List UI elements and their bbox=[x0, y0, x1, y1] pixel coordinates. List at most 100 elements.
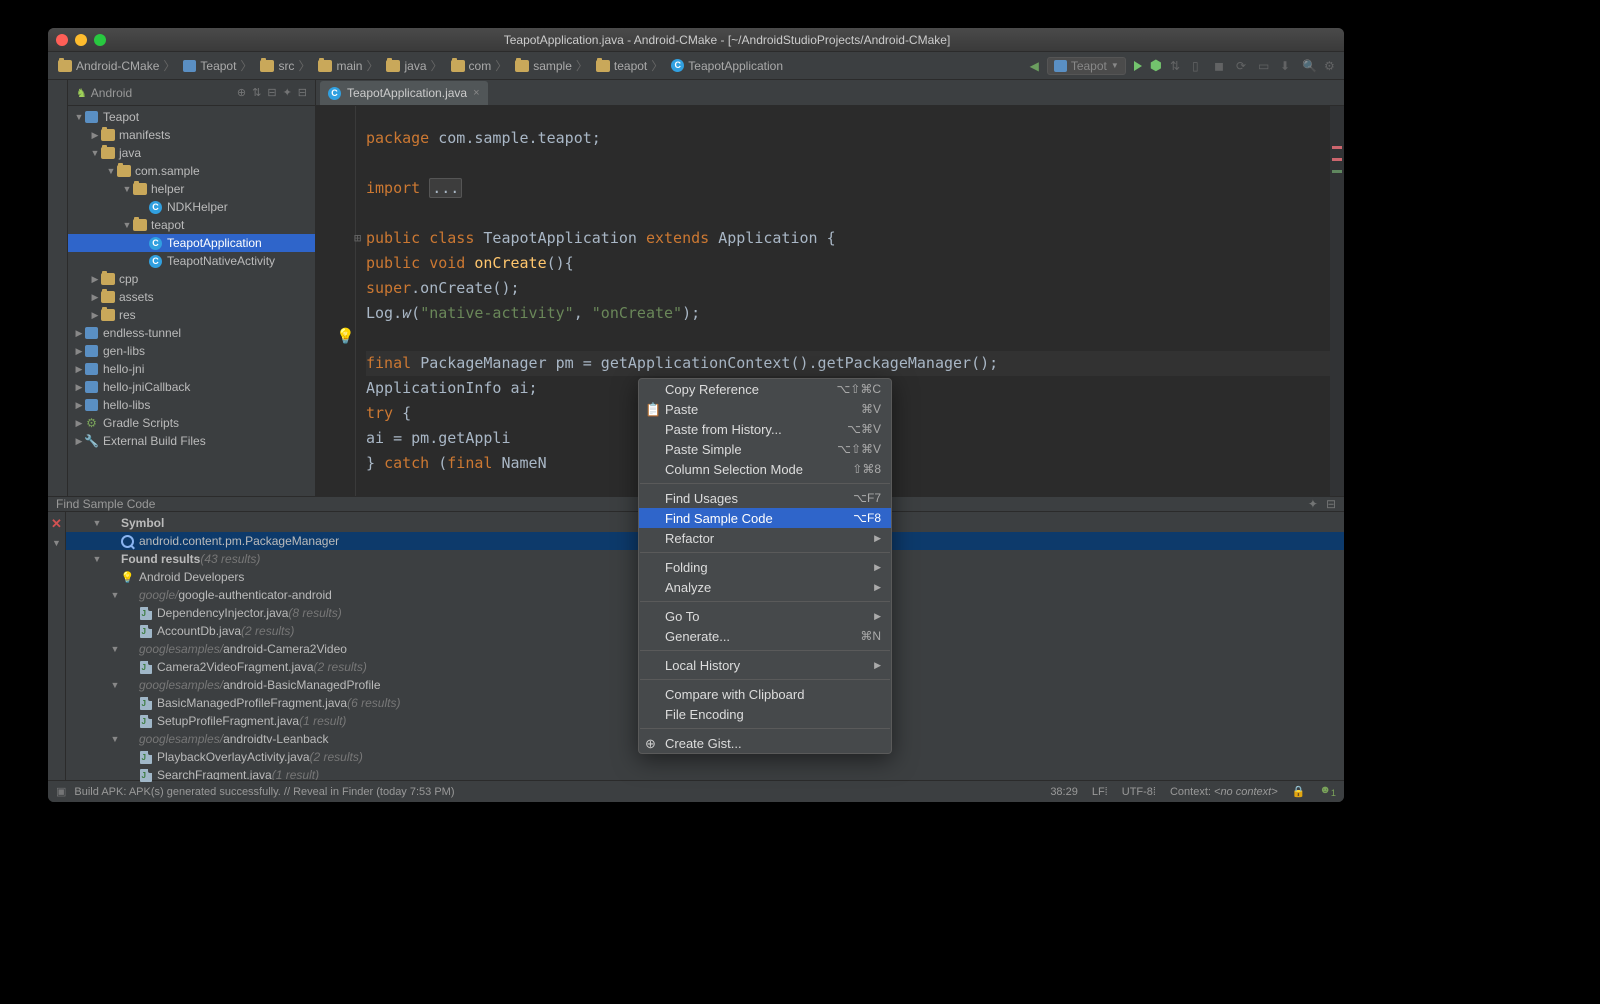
line-separator[interactable]: LF⁞ bbox=[1092, 786, 1108, 798]
project-view-header: ♞ Android ⊕ ⇅ ⊟ ✦ ⊟ bbox=[68, 80, 315, 106]
project-tree-item[interactable]: hello-jni bbox=[68, 360, 315, 378]
minimize-window-button[interactable] bbox=[75, 34, 87, 46]
profile-icon[interactable]: ⇅ bbox=[1170, 59, 1184, 73]
caret-position[interactable]: 38:29 bbox=[1050, 786, 1078, 798]
collapse-icon[interactable]: ▼ bbox=[52, 538, 61, 548]
viewer-options-icon[interactable]: ⇅ bbox=[252, 86, 261, 99]
context-menu-item[interactable]: Generate...⌘N bbox=[639, 626, 891, 646]
project-tree-item[interactable]: assets bbox=[68, 288, 315, 306]
project-tree-item[interactable]: hello-libs bbox=[68, 396, 315, 414]
folder-icon bbox=[100, 291, 115, 303]
breadcrumb[interactable]: Teapot〉 bbox=[179, 57, 256, 74]
breadcrumb[interactable]: src〉 bbox=[256, 57, 314, 74]
project-tree-item[interactable]: res bbox=[68, 306, 315, 324]
context-menu-item[interactable]: Analyze▶ bbox=[639, 577, 891, 597]
project-tree[interactable]: Teapotmanifestsjavacom.samplehelperCNDKH… bbox=[68, 106, 315, 496]
project-tree-item[interactable]: 🔧External Build Files bbox=[68, 432, 315, 450]
context-menu-item[interactable]: File Encoding bbox=[639, 704, 891, 724]
breadcrumb[interactable]: java〉 bbox=[382, 57, 446, 74]
breadcrumb[interactable]: main〉 bbox=[314, 57, 382, 74]
module-icon bbox=[84, 381, 99, 393]
context-menu-item[interactable]: Paste Simple⌥⇧⌘V bbox=[639, 439, 891, 459]
close-window-button[interactable] bbox=[56, 34, 68, 46]
context-menu-item[interactable]: Copy Reference⌥⇧⌘C bbox=[639, 379, 891, 399]
folder-icon bbox=[58, 60, 72, 72]
debug-icon[interactable]: ⬢ bbox=[1150, 57, 1162, 74]
close-panel-icon[interactable]: ✕ bbox=[51, 516, 62, 532]
viewer-collapse-icon[interactable]: ⊟ bbox=[267, 86, 276, 99]
project-tree-item[interactable]: endless-tunnel bbox=[68, 324, 315, 342]
java-file-icon bbox=[138, 607, 153, 620]
context-menu-item[interactable]: Paste from History...⌥⌘V bbox=[639, 419, 891, 439]
panel-title: Find Sample Code bbox=[56, 497, 155, 511]
sdk-icon[interactable]: ⬇ bbox=[1280, 59, 1294, 73]
context-menu-item[interactable]: Local History▶ bbox=[639, 655, 891, 675]
context-menu-item[interactable]: Folding▶ bbox=[639, 557, 891, 577]
sync-icon[interactable]: ⟳ bbox=[1236, 59, 1250, 73]
project-tool-window: ♞ Android ⊕ ⇅ ⊟ ✦ ⊟ Teapotmanifestsjavac… bbox=[68, 80, 316, 496]
inspections-icon[interactable]: ☻1 bbox=[1319, 784, 1336, 798]
context-menu-item[interactable]: ⊕Create Gist... bbox=[639, 733, 891, 753]
context-menu-item[interactable]: 📋Paste⌘V bbox=[639, 399, 891, 419]
close-tab-icon[interactable]: × bbox=[473, 87, 479, 99]
breadcrumb[interactable]: sample〉 bbox=[511, 57, 592, 74]
search-icon[interactable]: 🔍 bbox=[1302, 59, 1316, 73]
project-tree-item[interactable]: helper bbox=[68, 180, 315, 198]
gradle-icon: ⚙ bbox=[84, 416, 99, 430]
lock-icon[interactable]: 🔒 bbox=[1292, 785, 1306, 798]
attach-icon[interactable]: ▯ bbox=[1192, 59, 1206, 73]
tool-window-quick-access-icon[interactable]: ▣ bbox=[56, 785, 66, 798]
project-tree-item[interactable]: java bbox=[68, 144, 315, 162]
breadcrumb[interactable]: CTeapotApplication bbox=[667, 59, 787, 73]
viewer-gear-icon[interactable]: ✦ bbox=[283, 86, 292, 99]
project-tree-item[interactable]: CTeapotApplication bbox=[68, 234, 315, 252]
project-view-dropdown[interactable]: Android bbox=[91, 86, 132, 100]
breadcrumb[interactable]: Android-CMake〉 bbox=[54, 57, 179, 74]
back-icon[interactable]: ◀ bbox=[1030, 59, 1039, 73]
stop-icon[interactable]: ◼ bbox=[1214, 59, 1228, 73]
run-icon[interactable] bbox=[1134, 61, 1142, 71]
left-tool-strip[interactable] bbox=[48, 80, 68, 496]
editor-tab[interactable]: C TeapotApplication.java × bbox=[320, 81, 488, 105]
panel-settings-icon[interactable]: ✦ bbox=[1308, 497, 1318, 511]
breadcrumb[interactable]: teapot〉 bbox=[592, 57, 667, 74]
project-tree-item[interactable]: Teapot bbox=[68, 108, 315, 126]
file-encoding[interactable]: UTF-8⁞ bbox=[1122, 786, 1156, 798]
project-tree-item[interactable]: gen-libs bbox=[68, 342, 315, 360]
zoom-window-button[interactable] bbox=[94, 34, 106, 46]
project-tree-item[interactable]: CTeapotNativeActivity bbox=[68, 252, 315, 270]
project-tree-item[interactable]: CNDKHelper bbox=[68, 198, 315, 216]
project-tree-item[interactable]: cpp bbox=[68, 270, 315, 288]
intention-bulb-icon[interactable]: 💡 bbox=[336, 324, 350, 338]
viewer-settings-icon[interactable]: ⊕ bbox=[237, 86, 246, 99]
overflow-icon[interactable]: ⚙ bbox=[1324, 59, 1338, 73]
project-tree-item[interactable]: ⚙Gradle Scripts bbox=[68, 414, 315, 432]
context-menu-item[interactable]: Column Selection Mode⇧⌘8 bbox=[639, 459, 891, 479]
project-tree-item[interactable]: teapot bbox=[68, 216, 315, 234]
breadcrumb[interactable]: com〉 bbox=[447, 57, 512, 74]
module-icon bbox=[183, 60, 196, 72]
avd-icon[interactable]: ▭ bbox=[1258, 59, 1272, 73]
editor-context-menu[interactable]: Copy Reference⌥⇧⌘C📋Paste⌘VPaste from His… bbox=[638, 378, 892, 754]
fold-icon[interactable]: ⊞ bbox=[354, 226, 361, 251]
error-stripe[interactable] bbox=[1330, 106, 1344, 496]
paste-icon: 📋 bbox=[645, 402, 659, 416]
module-icon bbox=[1054, 60, 1067, 72]
context-menu-item[interactable]: Refactor▶ bbox=[639, 528, 891, 548]
panel-hide-icon[interactable]: ⊟ bbox=[1326, 497, 1336, 511]
project-tree-item[interactable]: manifests bbox=[68, 126, 315, 144]
class-icon: C bbox=[328, 87, 341, 100]
context-menu-item[interactable]: Find Sample Code⌥F8 bbox=[639, 508, 891, 528]
titlebar: TeapotApplication.java - Android-CMake -… bbox=[48, 28, 1344, 52]
context-menu-item[interactable]: Find Usages⌥F7 bbox=[639, 488, 891, 508]
context-menu-item[interactable]: Compare with Clipboard bbox=[639, 684, 891, 704]
hide-tool-icon[interactable]: ⊟ bbox=[298, 86, 307, 99]
status-message[interactable]: Build APK: APK(s) generated successfully… bbox=[74, 786, 454, 798]
class-icon: C bbox=[671, 59, 684, 72]
context-menu-item[interactable]: Go To▶ bbox=[639, 606, 891, 626]
project-tree-item[interactable]: com.sample bbox=[68, 162, 315, 180]
run-configuration-dropdown[interactable]: Teapot▼ bbox=[1047, 57, 1126, 75]
java-file-icon bbox=[138, 625, 153, 638]
project-tree-item[interactable]: hello-jniCallback bbox=[68, 378, 315, 396]
gutter[interactable]: 💡 bbox=[316, 106, 356, 496]
